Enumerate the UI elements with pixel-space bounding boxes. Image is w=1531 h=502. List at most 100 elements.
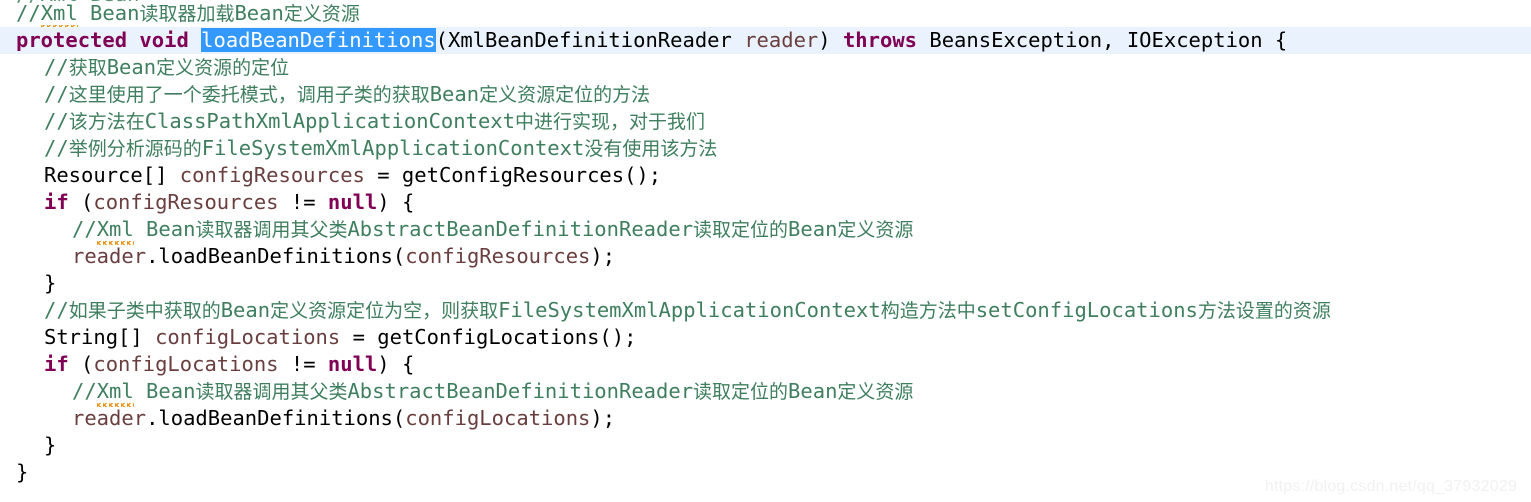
comment-token: AbstractBeanDefinitionReader — [347, 217, 694, 241]
comment-token: Bean — [788, 217, 838, 241]
code-line[interactable]: } — [0, 432, 1531, 459]
variable-token: configResources — [405, 244, 591, 268]
keyword-token: null — [327, 190, 378, 214]
comment-token: Bean — [77, 1, 140, 25]
comment-token: // — [16, 1, 41, 25]
comment-token: // — [44, 298, 69, 322]
code-token: ) { — [377, 352, 415, 376]
keyword-token: throws — [830, 28, 930, 52]
comment-token: 定义资源定位为空，则获取 — [270, 300, 499, 322]
comment-token: Bean — [234, 1, 284, 25]
comment-token: 读取器调用其父类 — [195, 381, 348, 403]
comment-token: 如果子类中获取的 — [68, 300, 221, 322]
code-line[interactable]: //该方法在ClassPathXmlApplicationContext中进行实… — [0, 108, 1531, 135]
code-token: ( — [68, 190, 94, 214]
code-line[interactable]: } — [0, 270, 1531, 297]
code-token: XmlBeanDefinitionReader — [447, 28, 745, 52]
code-token: .loadBeanDefinitions( — [146, 244, 406, 268]
comment-token: setConfigLocations — [975, 298, 1198, 322]
code-line[interactable]: //获取Bean定义资源的定位 — [0, 54, 1531, 81]
code-token: } — [44, 433, 57, 457]
keyword-token: if — [44, 190, 69, 214]
code-editor-viewport[interactable]: //Xml Bean //Xml Bean读取器加载Bean定义资源protec… — [0, 0, 1531, 502]
comment-token: 方法设置的资源 — [1197, 300, 1331, 322]
comment-token: 获取 — [68, 57, 107, 79]
variable-token: configResources — [179, 163, 365, 187]
comment-token: 中进行实现，对于我们 — [514, 111, 705, 133]
variable-token: configLocations — [93, 352, 279, 376]
code-line[interactable]: Resource[] configResources = getConfigRe… — [0, 162, 1531, 189]
comment-token: Bean — [106, 55, 157, 79]
comment-token: // — [44, 109, 69, 133]
code-line[interactable]: //Xml Bean读取器调用其父类AbstractBeanDefinition… — [0, 216, 1531, 245]
comment-token: 读取定位的 — [693, 219, 789, 241]
code-token: != — [278, 352, 328, 376]
spellcheck-squiggle: Xml — [96, 379, 134, 407]
variable-token: configResources — [93, 190, 279, 214]
code-token: .loadBeanDefinitions( — [146, 406, 406, 430]
code-line[interactable]: //Xml Bean读取器调用其父类AbstractBeanDefinition… — [0, 378, 1531, 407]
code-line[interactable]: //如果子类中获取的Bean定义资源定位为空，则获取FileSystemXmlA… — [0, 297, 1531, 324]
code-token: ) { — [377, 190, 415, 214]
variable-token: reader — [744, 28, 819, 52]
code-token: } — [44, 271, 57, 295]
comment-token: ClassPathXmlApplicationContext — [144, 109, 515, 133]
code-token: } — [16, 460, 29, 484]
code-line[interactable]: reader.loadBeanDefinitions(configResourc… — [0, 243, 1531, 270]
code-line[interactable]: //Xml Bean读取器加载Bean定义资源 — [0, 0, 1531, 29]
code-line[interactable]: protected void loadBeanDefinitions(XmlBe… — [0, 27, 1531, 54]
keyword-token: protected void — [16, 28, 202, 52]
variable-token: reader — [72, 406, 147, 430]
comment-token: Bean — [133, 379, 196, 403]
keyword-token: null — [327, 352, 378, 376]
selected-token: loadBeanDefinitions — [201, 28, 436, 52]
spellcheck-squiggle: Xml — [96, 217, 134, 245]
comment-token: 定义资源的定位 — [156, 57, 290, 79]
code-token: ( — [435, 28, 448, 52]
code-token: = getConfigLocations(); — [340, 325, 637, 349]
comment-token: Bean — [788, 379, 838, 403]
comment-token: 这里使用了一个委托模式，调用子类的获取 — [68, 84, 430, 106]
comment-token: Bean — [133, 217, 196, 241]
variable-token: configLocations — [155, 325, 341, 349]
comment-token: // — [44, 82, 69, 106]
comment-token: // — [44, 55, 69, 79]
comment-token: FileSystemXmlApplicationContext — [498, 298, 881, 322]
comment-token: AbstractBeanDefinitionReader — [347, 379, 694, 403]
comment-token: 构造方法中 — [880, 300, 976, 322]
watermark-text: https://blog.csdn.net/qq_37932029 — [1264, 478, 1517, 495]
code-token: != — [278, 190, 328, 214]
spellcheck-squiggle: Xml — [40, 1, 78, 29]
code-token: BeansException, IOException { — [929, 28, 1288, 52]
comment-token: 读取定位的 — [693, 381, 789, 403]
variable-token: reader — [72, 244, 147, 268]
code-token: ) — [818, 28, 831, 52]
code-line[interactable]: if (configResources != null) { — [0, 189, 1531, 216]
comment-token: // — [72, 379, 97, 403]
code-lines-container[interactable]: //Xml Bean读取器加载Bean定义资源 protected void lo… — [0, 0, 1531, 486]
comment-token: 没有使用该方法 — [584, 138, 718, 160]
comment-token: FileSystemXmlApplicationContext — [201, 136, 585, 160]
code-token: = getConfigResources(); — [364, 163, 662, 187]
comment-token: // — [44, 136, 69, 160]
code-token: ); — [590, 406, 616, 430]
code-line[interactable]: if (configLocations != null) { — [0, 351, 1531, 378]
variable-token: configLocations — [405, 406, 591, 430]
code-line[interactable]: //举例分析源码的FileSystemXmlApplicationContext… — [0, 135, 1531, 162]
comment-token: 定义资源 — [283, 3, 360, 25]
code-token: ( — [68, 352, 94, 376]
code-token: String[] — [44, 325, 156, 349]
comment-token: Bean — [429, 82, 480, 106]
comment-token: 读取器加载 — [139, 3, 235, 25]
code-line[interactable]: reader.loadBeanDefinitions(configLocatio… — [0, 405, 1531, 432]
code-line[interactable]: //这里使用了一个委托模式，调用子类的获取Bean定义资源定位的方法 — [0, 81, 1531, 108]
keyword-token: if — [44, 352, 69, 376]
comment-token: 定义资源 — [837, 381, 914, 403]
comment-token: 读取器调用其父类 — [195, 219, 348, 241]
code-token: ); — [590, 244, 616, 268]
comment-token: // — [72, 217, 97, 241]
code-token: Resource[] — [44, 163, 180, 187]
comment-token: 定义资源 — [837, 219, 914, 241]
comment-token: 该方法在 — [68, 111, 145, 133]
code-line[interactable]: String[] configLocations = getConfigLoca… — [0, 324, 1531, 351]
